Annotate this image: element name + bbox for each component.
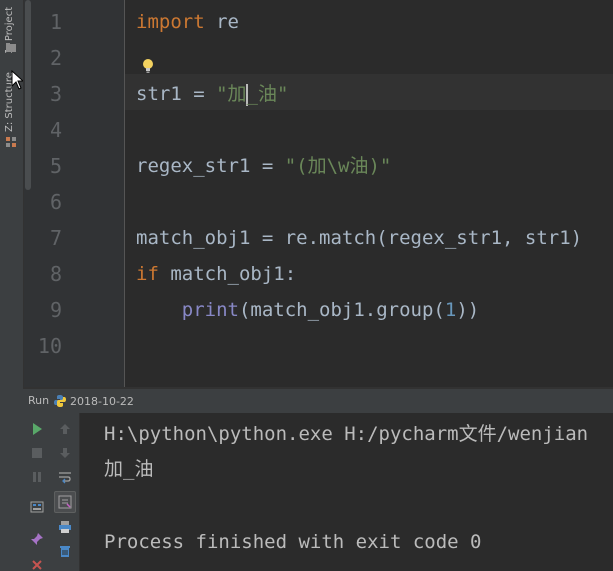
line-number: 2 [49,46,62,70]
soft-wrap-button[interactable] [55,467,75,487]
code-line-8: if match_obj1: [136,256,296,292]
line-number: 4 [49,118,62,142]
pause-button[interactable] [27,467,47,487]
left-tool-strip: 1: Project Z: Structure [0,0,24,387]
run-panel-header: Run 2018-10-22 [23,389,613,414]
stop-button[interactable] [27,443,47,463]
line-number: 7 [49,226,62,250]
line-number: 10 [37,334,62,358]
soft-wrap-icon [59,472,71,484]
console-line: 加_油 [104,458,154,480]
code-editor[interactable] [125,0,613,387]
stop-icon [32,448,42,458]
mouse-cursor-icon [11,70,23,90]
trash-icon [60,546,70,557]
code-token: match_obj1: [158,263,297,285]
code-token: = [250,155,285,177]
line-number: 9 [49,298,62,322]
string-token: _油" [246,83,289,105]
close-icon [32,560,42,570]
code-token: regex_str1 [136,155,251,177]
code-line-3: str1 = "加_油" [136,76,288,112]
console-line: H:\python\python.exe H:/pycharm文件/wenjia… [104,423,589,445]
pin-button[interactable] [27,529,47,549]
keyword-token: if [136,263,159,285]
keyword-token: import [136,11,205,33]
run-toolbar [23,413,80,571]
scroll-up-button[interactable] [55,419,75,439]
pin-icon [31,533,43,545]
python-icon [54,395,66,407]
string-token: "加 [216,83,247,105]
code-line-7: match_obj1 = re.match(regex_str1, str1) [136,227,583,249]
print-button[interactable] [55,517,75,537]
string-token: "(加\w油)" [284,155,392,177]
scroll-to-end-button[interactable] [54,491,76,513]
console-line: Process finished with exit code 0 [104,531,482,553]
run-config-tab[interactable]: 2018-10-22 [53,392,134,410]
code-token: = [181,83,217,105]
project-icon [6,43,16,52]
code-token: (match_obj1.group( [238,299,445,321]
builtin-token: print [181,299,239,321]
number-token: 1 [444,299,457,321]
layout-button[interactable] [27,497,47,517]
code-token: re [204,11,239,33]
code-token: str1 [136,83,182,105]
line-number: 1 [49,10,62,34]
structure-icon [6,137,16,147]
editor-scroll-thumb[interactable] [25,0,31,190]
pause-icon [33,472,41,482]
run-left-strip [0,387,23,571]
play-icon [33,423,42,435]
arrow-down-icon [60,448,70,458]
pycharm-window: 1: Project Z: Structure 1 2 3 4 5 6 7 8 … [0,0,613,571]
code-line-5: regex_str1 = "(加\w油)" [136,148,391,184]
code-token: )) [456,299,480,321]
run-panel-label: Run [28,394,50,407]
clear-all-button[interactable] [55,541,75,561]
line-number: 3 [49,82,62,106]
code-line-9: print(match_obj1.group(1)) [136,292,479,328]
code-line-1: import re [136,4,239,40]
run-config-name: 2018-10-22 [70,394,134,408]
line-number: 5 [49,154,62,178]
print-icon [59,521,71,533]
close-button[interactable] [27,555,47,571]
layout-icon [30,501,44,513]
lightbulb-icon[interactable] [142,58,154,74]
rerun-button[interactable] [27,419,47,439]
arrow-up-icon [60,424,70,434]
scroll-down-button[interactable] [55,443,75,463]
line-number: 8 [49,262,62,286]
scroll-to-end-icon [58,495,72,509]
line-number: 6 [49,190,62,214]
